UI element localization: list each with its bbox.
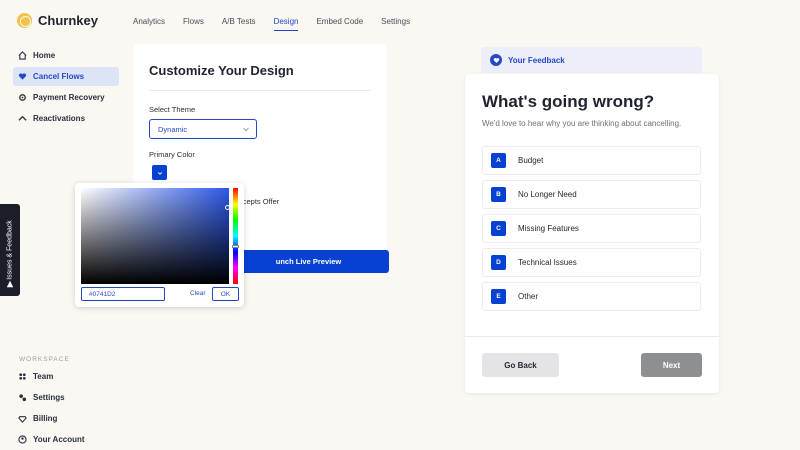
app-logo[interactable]: Churnkey <box>17 13 98 28</box>
sidebar-item-label: Billing <box>33 414 58 423</box>
option-text: Missing Features <box>518 224 579 233</box>
theme-label: Select Theme <box>149 105 196 114</box>
saturation-value-area[interactable] <box>81 188 230 284</box>
home-icon <box>18 51 27 60</box>
settings-icon <box>19 394 27 402</box>
option-letter: B <box>491 187 506 202</box>
hex-color-input[interactable] <box>81 287 165 301</box>
sidebar-item-label: Cancel Flows <box>33 72 85 81</box>
sidebar-item-your-account[interactable]: Your Account <box>13 430 119 449</box>
question-subtitle: We'd love to hear why you are thinking a… <box>482 119 682 128</box>
sidebar-item-home[interactable]: Home <box>13 46 119 65</box>
sidebar-item-billing[interactable]: Billing <box>13 409 119 428</box>
tab-embed-code[interactable]: Embed Code <box>316 17 363 31</box>
sidebar-item-label: Home <box>33 51 56 60</box>
chevron-down-icon <box>157 171 162 175</box>
top-nav: Analytics Flows A/B Tests Design Embed C… <box>133 17 428 31</box>
design-card-title: Customize Your Design <box>149 63 294 78</box>
option-letter: C <box>491 221 506 236</box>
option-no-longer-need[interactable]: B No Longer Need <box>482 180 701 209</box>
primary-color-label: Primary Color <box>149 150 195 159</box>
preview-card: What's going wrong? We'd love to hear wh… <box>465 74 719 393</box>
triangle-up-icon <box>6 280 14 288</box>
saturation-handle[interactable] <box>225 205 230 210</box>
sidebar: Home Cancel Flows Payment Recovery React… <box>13 46 119 130</box>
chevron-down-icon <box>243 127 249 132</box>
theme-select[interactable]: Dynamic <box>149 119 257 139</box>
accepts-offer-label: ccepts Offer <box>239 197 280 206</box>
divider <box>465 336 719 337</box>
next-button[interactable]: Next <box>641 353 702 377</box>
workspace-nav: Team Settings Billing Your Account <box>13 367 119 450</box>
option-letter: A <box>491 153 506 168</box>
issues-feedback-tab[interactable]: Issues & Feedback <box>0 204 20 296</box>
theme-select-value: Dynamic <box>158 124 188 134</box>
option-letter: D <box>491 255 506 270</box>
option-text: Technical Issues <box>518 258 577 267</box>
tab-settings[interactable]: Settings <box>381 17 410 31</box>
sidebar-item-team[interactable]: Team <box>13 367 119 386</box>
option-text: No Longer Need <box>518 190 577 199</box>
churnkey-logo-icon <box>17 13 32 28</box>
sidebar-item-label: Reactivations <box>33 114 86 123</box>
heart-icon <box>490 54 502 66</box>
feedback-tab-label: Your Feedback <box>508 55 565 65</box>
ok-button[interactable]: OK <box>212 287 239 301</box>
divider <box>149 90 371 91</box>
option-letter: E <box>491 289 506 304</box>
tab-design[interactable]: Design <box>273 17 299 31</box>
sidebar-item-workspace-settings[interactable]: Settings <box>13 388 119 407</box>
color-picker: Clear OK <box>75 183 244 307</box>
tab-flows[interactable]: Flows <box>183 17 204 31</box>
app-name: Churnkey <box>38 13 98 28</box>
sidebar-item-payment-recovery[interactable]: Payment Recovery <box>13 88 119 107</box>
sidebar-item-label: Team <box>33 372 54 381</box>
gear-icon <box>19 94 26 101</box>
option-text: Budget <box>518 156 544 165</box>
diamond-icon <box>18 416 27 423</box>
option-technical-issues[interactable]: D Technical Issues <box>482 248 701 277</box>
launch-live-preview-button[interactable]: unch Live Preview <box>228 250 389 273</box>
team-icon <box>19 373 26 380</box>
feedback-tab[interactable]: Your Feedback <box>481 47 702 73</box>
option-missing-features[interactable]: C Missing Features <box>482 214 701 243</box>
sidebar-item-reactivations[interactable]: Reactivations <box>13 109 119 128</box>
option-budget[interactable]: A Budget <box>482 146 701 175</box>
issues-feedback-label: Issues & Feedback <box>6 220 14 280</box>
clear-button[interactable]: Clear <box>190 290 206 297</box>
sidebar-item-label: Settings <box>33 393 65 402</box>
account-icon <box>18 435 27 444</box>
question-title: What's going wrong? <box>482 92 655 111</box>
sidebar-item-label: Payment Recovery <box>33 93 105 102</box>
hue-handle[interactable] <box>232 245 239 248</box>
option-other[interactable]: E Other <box>482 282 701 311</box>
heart-icon <box>18 73 27 80</box>
tab-ab-tests[interactable]: A/B Tests <box>222 17 256 31</box>
workspace-heading: WORKSPACE <box>19 356 70 363</box>
go-back-button[interactable]: Go Back <box>482 353 559 377</box>
primary-color-swatch[interactable] <box>152 165 167 180</box>
sidebar-item-cancel-flows[interactable]: Cancel Flows <box>13 67 119 86</box>
tab-analytics[interactable]: Analytics <box>133 17 165 31</box>
option-text: Other <box>518 292 539 301</box>
arrow-up-icon <box>18 115 27 121</box>
sidebar-item-label: Your Account <box>33 435 85 444</box>
hue-slider[interactable] <box>233 188 238 284</box>
